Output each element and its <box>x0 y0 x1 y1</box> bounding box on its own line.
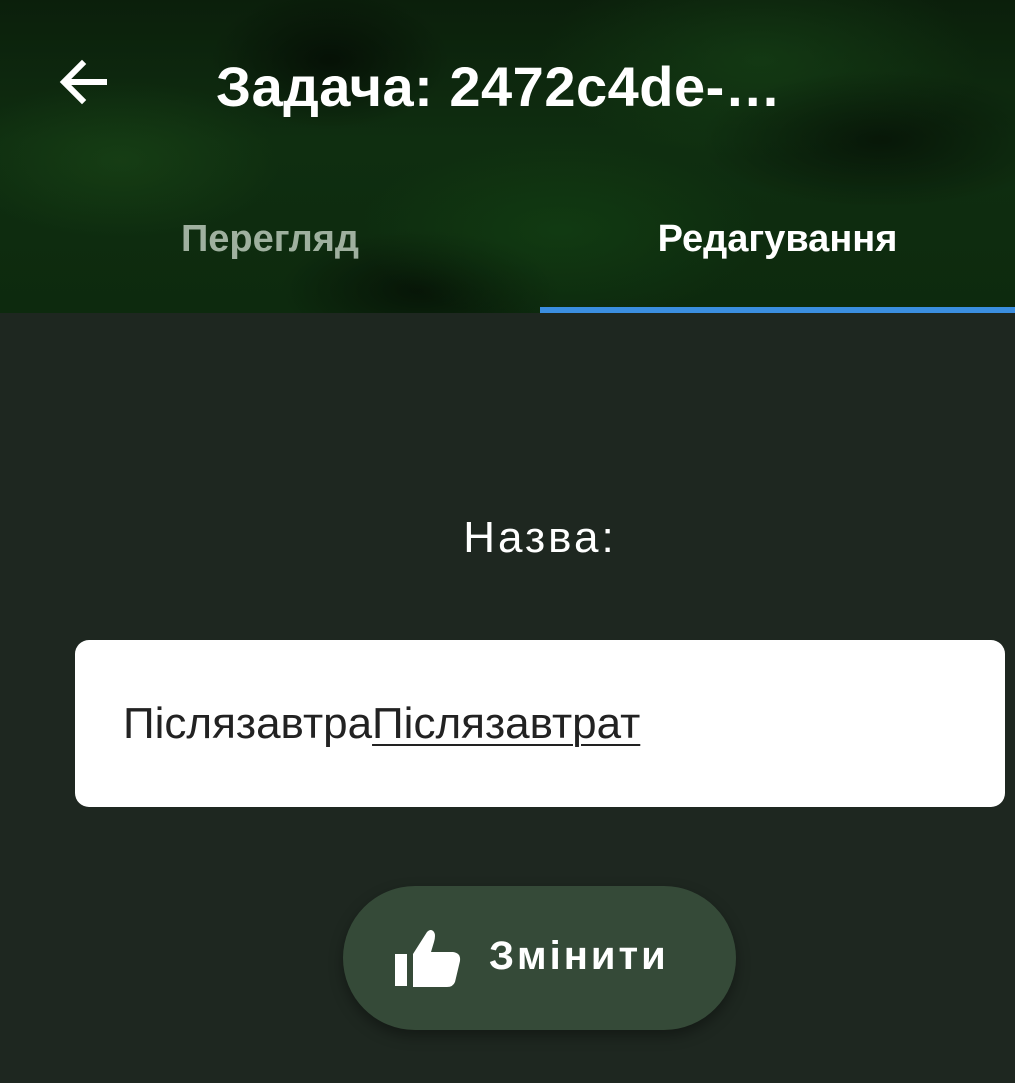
tab-view[interactable]: Перегляд <box>0 170 540 313</box>
back-button[interactable] <box>52 52 116 116</box>
task-edit-screen: Задача: 2472c4de-… Перегляд Редагування … <box>0 0 1015 1083</box>
name-input-committed-text: Післязавтра <box>123 698 373 748</box>
change-button-label: Змінити <box>489 934 669 978</box>
tab-view-label: Перегляд <box>180 218 360 260</box>
name-input[interactable]: Післязавтра Післязавтрат <box>75 640 1005 807</box>
tab-edit-label: Редагування <box>657 218 898 260</box>
tab-bar: Перегляд Редагування <box>0 170 1015 313</box>
name-input-composing-text: Післязавтрат <box>372 698 641 748</box>
page-title: Задача: 2472c4de-… <box>216 55 782 118</box>
edit-form: Назва: Післязавтра Післязавтрат Змінити <box>0 313 1015 1083</box>
app-bar: Задача: 2472c4de-… Перегляд Редагування <box>0 0 1015 313</box>
tab-edit[interactable]: Редагування <box>540 170 1015 313</box>
arrow-left-icon <box>56 54 112 115</box>
thumbs-up-icon <box>393 924 463 994</box>
name-field-label: Назва: <box>463 513 617 562</box>
change-button[interactable]: Змінити <box>343 886 736 1030</box>
